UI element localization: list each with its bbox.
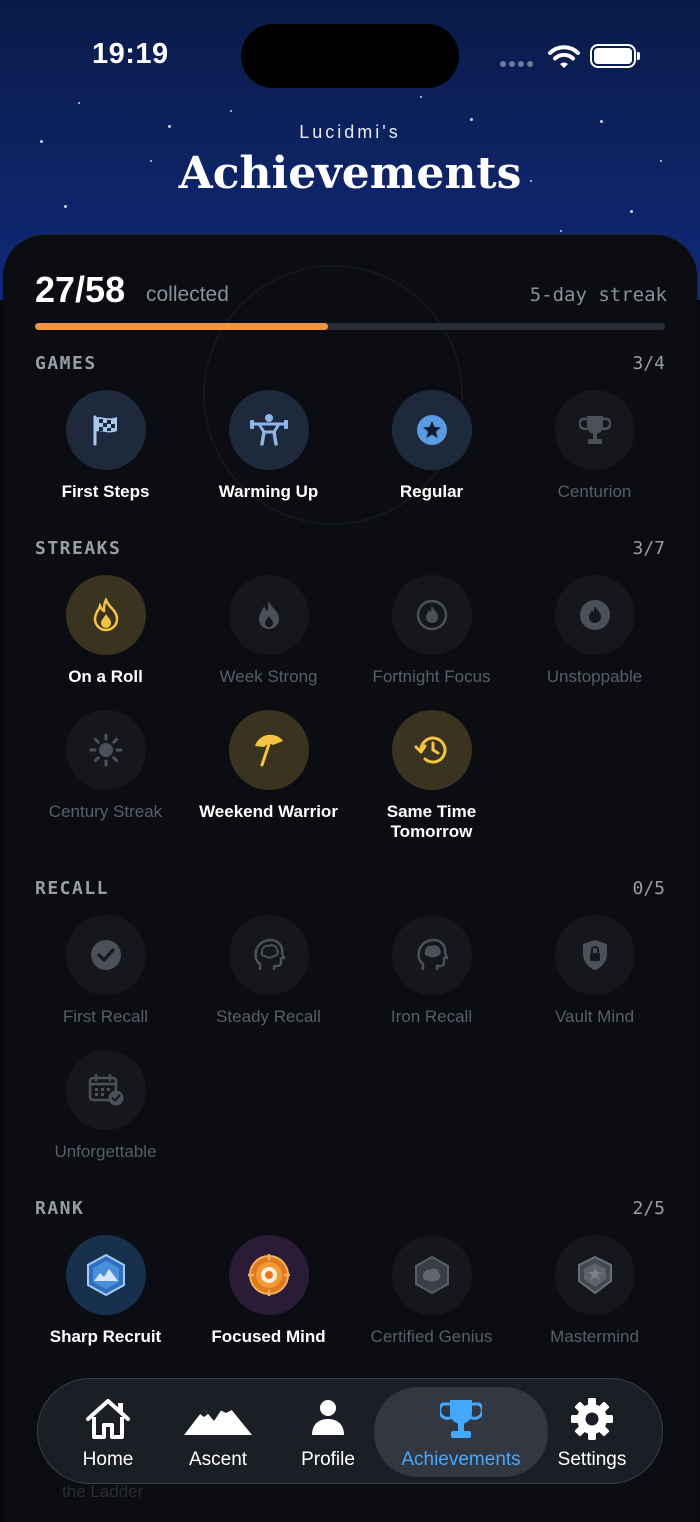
section-count-recall: 0/5 (632, 878, 665, 899)
section-title-streaks: STREAKS (35, 538, 122, 559)
badge-label: Fortnight Focus (372, 667, 491, 686)
head-brain-gear-icon (416, 938, 448, 970)
flame-circle-icon (579, 600, 610, 630)
tab-label: Settings (557, 1449, 627, 1470)
cellular-signal-icon (500, 61, 533, 67)
beach-umbrella-icon (254, 734, 283, 767)
checkered-flag-icon (93, 415, 117, 446)
wifi-icon (548, 45, 580, 68)
tab-label: Home (82, 1449, 134, 1470)
streak-label: 5-day streak (529, 284, 667, 306)
badge-label: Focused Mind (211, 1327, 326, 1346)
section-title-rank: RANK (35, 1198, 85, 1219)
badge-label: Week Strong (219, 667, 318, 686)
badge-unforgettable[interactable]: Unforgettable (24, 1050, 187, 1162)
tab-profile[interactable]: Profile (288, 1379, 368, 1485)
badge-label: Regular (399, 482, 464, 501)
check-circle-icon (90, 940, 121, 970)
collected-label: collected (146, 283, 229, 306)
progress-bar-fill (35, 323, 329, 330)
status-time: 19:19 (92, 38, 169, 70)
badge-century-streak[interactable]: Century Streak (24, 710, 187, 822)
progress-bar (35, 323, 665, 330)
battery-icon (590, 44, 640, 68)
badge-sharp-recruit[interactable]: Sharp Recruit (24, 1235, 187, 1347)
badge-mastermind[interactable]: Mastermind (513, 1235, 676, 1347)
badge-label: Mastermind (550, 1327, 639, 1346)
badge-week-strong[interactable]: Week Strong (187, 575, 350, 687)
section-count-rank: 2/5 (632, 1198, 665, 1219)
badge-certified-genius[interactable]: Certified Genius (350, 1235, 513, 1347)
badge-label: Sharp Recruit (49, 1327, 162, 1346)
trophy-icon (440, 1400, 482, 1438)
badge-label: Iron Recall (390, 1007, 473, 1026)
badge-label: First Recall (62, 1007, 148, 1026)
section-count-streaks: 3/7 (632, 538, 665, 559)
tab-home[interactable]: Home (68, 1379, 148, 1485)
badge-label: Warming Up (218, 482, 319, 501)
badge-focused-mind[interactable]: Focused Mind (187, 1235, 350, 1347)
sun-icon (89, 733, 122, 767)
house-icon (86, 1399, 130, 1439)
trophy-icon (578, 416, 611, 444)
badge-vault-mind[interactable]: Vault Mind (513, 915, 676, 1027)
section-title-recall: RECALL (35, 878, 110, 899)
mountains-icon (184, 1403, 252, 1435)
badge-first-steps[interactable]: First Steps (24, 390, 187, 502)
badge-fortnight-focus[interactable]: Fortnight Focus (350, 575, 513, 687)
badge-label: First Steps (61, 482, 150, 501)
tab-label: Achievements (401, 1449, 521, 1470)
tab-achievements[interactable]: Achievements (374, 1387, 548, 1477)
flame-ring-icon (416, 599, 447, 631)
gray-hex-emblem-icon (414, 1255, 449, 1295)
calendar-check-icon (88, 1073, 123, 1106)
weightlifter-icon (249, 414, 288, 446)
clock-history-icon (414, 736, 446, 764)
badge-regular[interactable]: Regular (350, 390, 513, 502)
badge-centurion[interactable]: Centurion (513, 390, 676, 502)
badge-steady-recall[interactable]: Steady Recall (187, 915, 350, 1027)
badge-label: Steady Recall (216, 1007, 321, 1026)
badge-iron-recall[interactable]: Iron Recall (350, 915, 513, 1027)
orange-target-emblem-icon (247, 1254, 290, 1296)
badge-first-recall[interactable]: First Recall (24, 915, 187, 1027)
dynamic-island (241, 24, 459, 88)
badge-label: Century Streak (48, 802, 163, 821)
flame-drop-icon (258, 601, 279, 629)
blue-hex-emblem-icon (86, 1253, 125, 1297)
status-bar: 19:19 (0, 0, 700, 110)
tab-settings[interactable]: Settings (552, 1379, 632, 1485)
lock-shield-icon (582, 940, 607, 970)
badge-label: Weekend Warrior (199, 802, 338, 821)
owner-name: Lucidmi's (299, 122, 401, 142)
badge-warming-up[interactable]: Warming Up (187, 390, 350, 502)
badge-label: Certified Genius (370, 1327, 493, 1346)
badge-label: Same Time Tomorrow (386, 802, 477, 841)
tab-bar: Home Ascent Profile Achievements Setting… (37, 1378, 663, 1484)
badge-on-a-roll[interactable]: On a Roll (24, 575, 187, 687)
tab-ascent[interactable]: Ascent (178, 1379, 258, 1485)
badge-label: Unstoppable (546, 667, 643, 686)
section-title-games: GAMES (35, 353, 97, 374)
gray-shield-emblem-icon (577, 1255, 612, 1295)
badge-label: Unforgettable (54, 1142, 157, 1161)
flame-icon (93, 598, 118, 632)
hidden-badge-label: the Ladder (62, 1482, 144, 1501)
gear-icon (571, 1398, 613, 1440)
tab-label: Profile (301, 1449, 355, 1470)
collected-count: 27/58 (35, 269, 126, 310)
badge-label: Vault Mind (554, 1007, 635, 1026)
badge-weekend-warrior[interactable]: Weekend Warrior (187, 710, 350, 822)
star-circle-icon (416, 415, 447, 445)
badge-same-time-tomorrow[interactable]: Same Time Tomorrow (350, 710, 513, 842)
section-count-games: 3/4 (632, 353, 665, 374)
badge-label: Centurion (557, 482, 632, 501)
badge-label: On a Roll (68, 667, 143, 686)
badge-unstoppable[interactable]: Unstoppable (513, 575, 676, 687)
tab-label: Ascent (188, 1449, 248, 1470)
head-brain-icon (253, 938, 285, 970)
person-icon (312, 1400, 344, 1435)
page-title: Achievements (178, 148, 522, 199)
achievements-panel: 27/58 collected 5-day streak GAMES 3/4 F… (3, 234, 697, 1522)
